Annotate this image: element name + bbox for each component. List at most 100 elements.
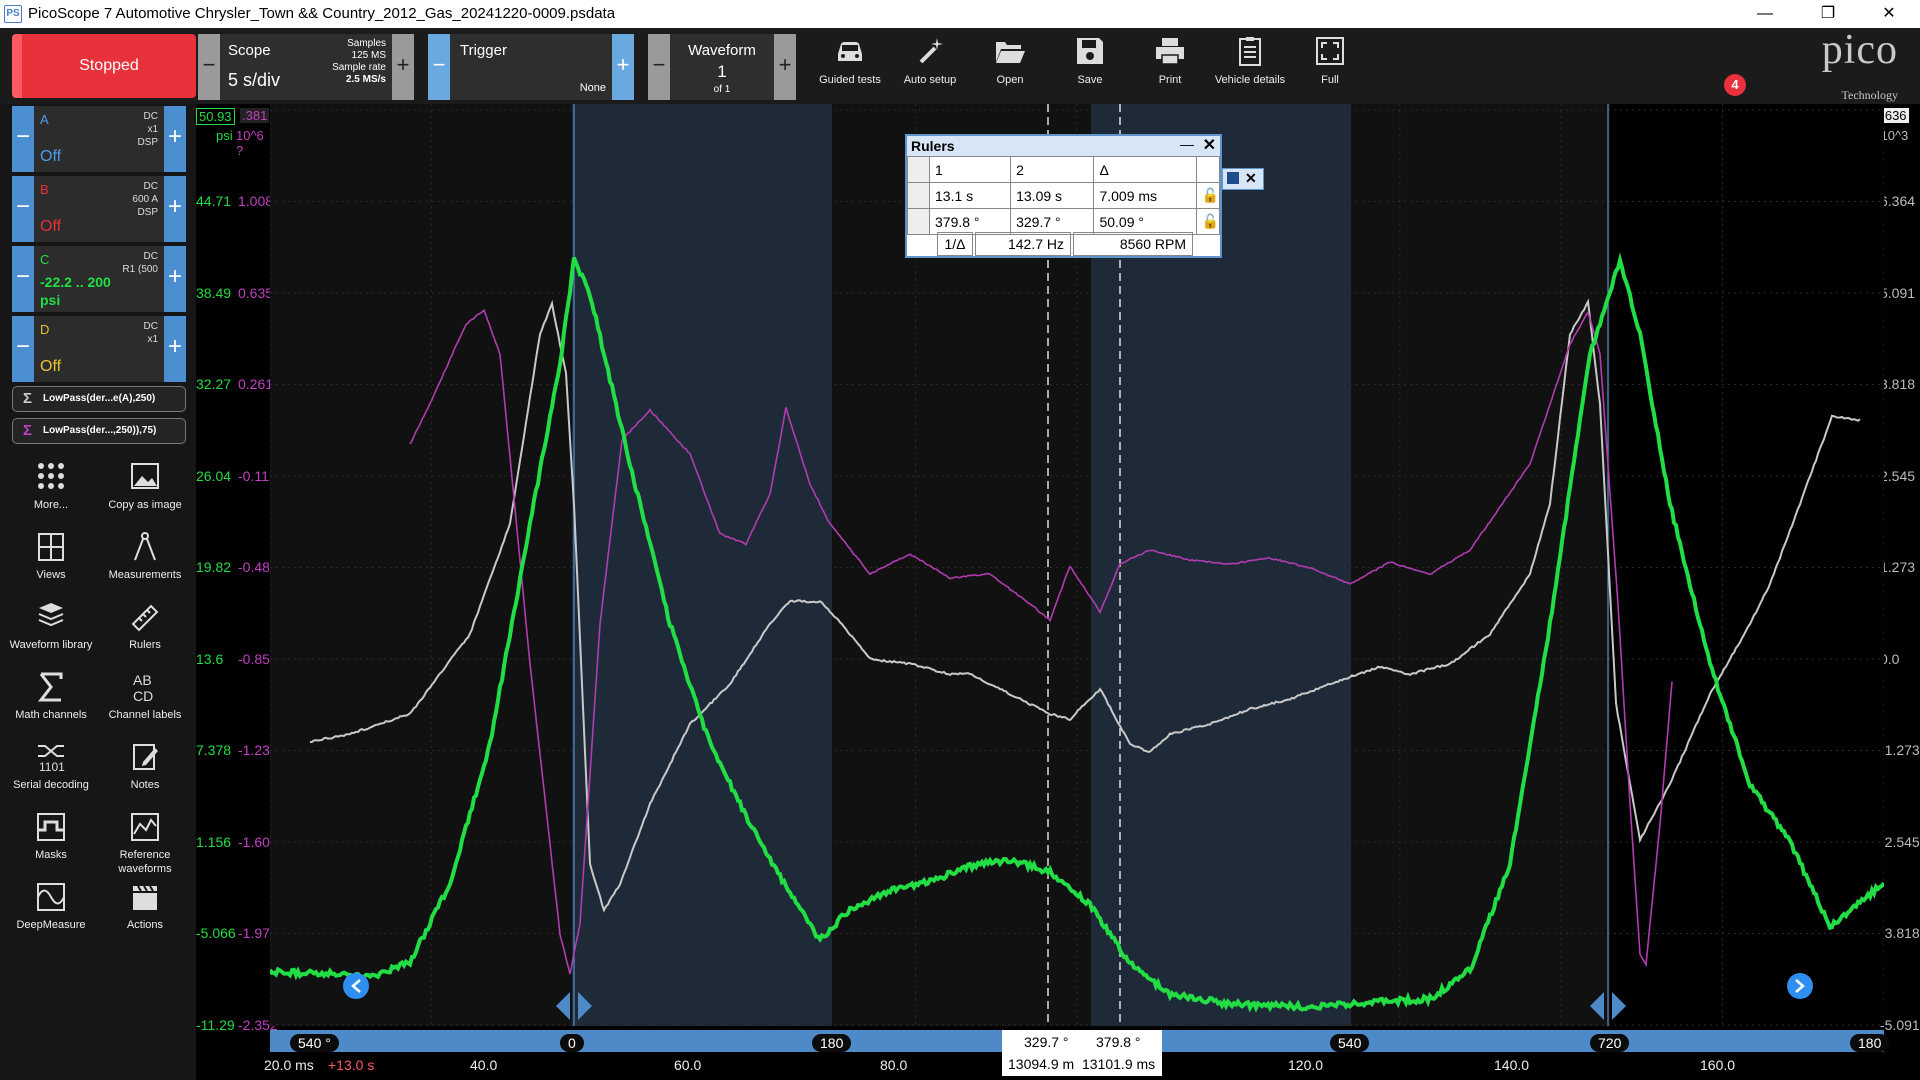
full-label: Full <box>1321 74 1339 86</box>
vehicle-details-button[interactable]: Vehicle details <box>1210 32 1290 98</box>
library-icon <box>35 600 67 634</box>
right-axis-tick: -5.091 <box>1880 1017 1920 1033</box>
channel-b-card[interactable]: − B DC 600 A DSP Off + <box>12 176 186 242</box>
channel-d-range: x1 <box>144 333 158 346</box>
channel-b-decrease-button[interactable]: − <box>12 176 34 242</box>
time-offset-label: +13.0 s <box>328 1057 374 1073</box>
notification-badge[interactable]: 4 <box>1724 74 1746 96</box>
save-label: Save <box>1077 74 1102 86</box>
rulers-minimize-icon[interactable]: — <box>1180 134 1194 154</box>
left-axis-tick-2: 0.635 <box>238 285 273 301</box>
channel-a-card[interactable]: − A DC x1 DSP Off + <box>12 106 186 172</box>
channel-c-range: R1 (500 <box>122 263 158 276</box>
channel-a-state: Off <box>40 148 61 166</box>
channel-b-increase-button[interactable]: + <box>164 176 186 242</box>
left-axis-tick: 13.6 <box>196 651 223 667</box>
notes-label: Notes <box>131 779 160 791</box>
actions-button[interactable]: Actions <box>100 880 190 946</box>
serial-decoding-button[interactable]: 1101 Serial decoding <box>6 740 96 806</box>
ruler-handle-tab[interactable]: ✕ <box>1222 168 1264 190</box>
close-icon[interactable]: ✕ <box>1245 170 1257 187</box>
views-button[interactable]: Views <box>6 530 96 596</box>
scroll-left-button[interactable] <box>343 973 369 999</box>
print-label: Print <box>1159 74 1182 86</box>
reference-waveforms-button[interactable]: Reference waveforms <box>100 810 190 876</box>
more-button[interactable]: More... <box>6 460 96 526</box>
auto-setup-button[interactable]: Auto setup <box>890 32 970 98</box>
channel-d-letter: D <box>40 322 49 337</box>
time-label: 80.0 <box>880 1057 907 1073</box>
degree-label: 180 <box>1850 1034 1889 1052</box>
minimize-icon[interactable]: — <box>1742 0 1788 28</box>
trigger-mode[interactable]: None <box>580 82 606 94</box>
rulers-label: Rulers <box>129 639 161 651</box>
rulers-table: 1 2 Δ 13.1 s 13.09 s 7.009 ms 🔓 379.8 ° … <box>907 156 1220 235</box>
channel-d-card[interactable]: − D DC x1 Off + <box>12 316 186 382</box>
trigger-increase-button[interactable]: + <box>612 34 634 100</box>
rulers-button[interactable]: Rulers <box>100 600 190 666</box>
left-axis-top-value2[interactable]: .381 <box>240 108 269 123</box>
open-button[interactable]: Open <box>970 32 1050 98</box>
trigger-decrease-button[interactable]: − <box>428 34 450 100</box>
rulers-window[interactable]: Rulers — ✕ 1 2 Δ 13.1 s 13.09 s 7.009 ms… <box>905 134 1222 258</box>
timebase-value[interactable]: 5 s/div <box>228 70 280 91</box>
sigma-icon: Σ <box>23 387 32 411</box>
math-channel-2[interactable]: Σ LowPass(der...,250)),75) <box>12 418 186 444</box>
waveform-next-button[interactable]: + <box>774 34 796 100</box>
scroll-right-button[interactable] <box>1787 973 1813 999</box>
left-axis-tick: 32.27 <box>196 376 231 392</box>
waveform-library-button[interactable]: Waveform library <box>6 600 96 666</box>
rulers-cell: 13.1 s <box>930 183 1011 209</box>
channel-a-decrease-button[interactable]: − <box>12 106 34 172</box>
inverse-delta-label: 1/Δ <box>937 232 973 256</box>
lock-icon[interactable]: 🔓 <box>1196 209 1219 235</box>
shaded-region <box>270 104 572 1026</box>
window-title: PicoScope 7 Automotive Chrysler_Town && … <box>28 5 615 22</box>
waveform-count: of 1 <box>670 84 774 95</box>
masks-button[interactable]: Masks <box>6 810 96 876</box>
left-axis-tick: 7.378 <box>196 742 231 758</box>
channel-a-increase-button[interactable]: + <box>164 106 186 172</box>
waveform-prev-button[interactable]: − <box>648 34 670 100</box>
math-channel-1[interactable]: Σ LowPass(der...e(A),250) <box>12 386 186 412</box>
deepmeasure-label: DeepMeasure <box>16 919 85 931</box>
channel-c-unit: psi <box>40 292 60 308</box>
right-axis-tick: -3.818 <box>1880 925 1920 941</box>
math-channels-button[interactable]: Math channels <box>6 670 96 736</box>
ruler-readout: 329.7 ° 379.8 ° 13094.9 m 13101.9 ms <box>1002 1030 1162 1076</box>
save-button[interactable]: Save <box>1050 32 1130 98</box>
print-button[interactable]: Print <box>1130 32 1210 98</box>
channel-d-decrease-button[interactable]: − <box>12 316 34 382</box>
left-axis-tick: 26.04 <box>196 468 231 484</box>
channel-c-increase-button[interactable]: + <box>164 246 186 312</box>
notes-button[interactable]: Notes <box>100 740 190 806</box>
channel-c-decrease-button[interactable]: − <box>12 246 34 312</box>
close-icon[interactable]: ✕ <box>1866 0 1912 28</box>
copy-as-image-label: Copy as image <box>108 499 181 511</box>
full-screen-button[interactable]: Full <box>1290 32 1370 98</box>
channel-d-increase-button[interactable]: + <box>164 316 186 382</box>
deepmeasure-button[interactable]: DeepMeasure <box>6 880 96 946</box>
left-axis-tick: 19.82 <box>196 559 231 575</box>
lock-icon[interactable]: 🔓 <box>1196 183 1219 209</box>
timebase-increase-button[interactable]: + <box>392 34 414 100</box>
channel-labels-button[interactable]: AB CD Channel labels <box>100 670 190 736</box>
restore-icon[interactable]: ❐ <box>1805 0 1851 28</box>
channel-a-coupling: DC <box>137 110 158 123</box>
left-axis-top-value[interactable]: 50.93 <box>196 108 235 125</box>
fullscreen-icon <box>1313 34 1347 68</box>
views-label: Views <box>36 569 65 581</box>
channel-c-card[interactable]: − C DC R1 (500 -22.2 .. 200 psi + <box>12 246 186 312</box>
waveform-control: − Waveform 1 of 1 + <box>648 34 796 100</box>
run-stop-button[interactable]: Stopped <box>12 34 196 98</box>
left-axis-tick-2: 1.008 <box>238 193 273 209</box>
degree-label: 720 <box>1590 1034 1629 1052</box>
left-axis-tick: 38.49 <box>196 285 231 301</box>
copy-as-image-button[interactable]: Copy as image <box>100 460 190 526</box>
rulers-close-icon[interactable]: ✕ <box>1203 136 1216 156</box>
guided-tests-button[interactable]: Guided tests <box>810 32 890 98</box>
right-axis-tick: -2.545 <box>1880 834 1920 850</box>
timebase-decrease-button[interactable]: − <box>198 34 220 100</box>
measurements-button[interactable]: Measurements <box>100 530 190 596</box>
waveform-label: Waveform <box>670 42 774 59</box>
